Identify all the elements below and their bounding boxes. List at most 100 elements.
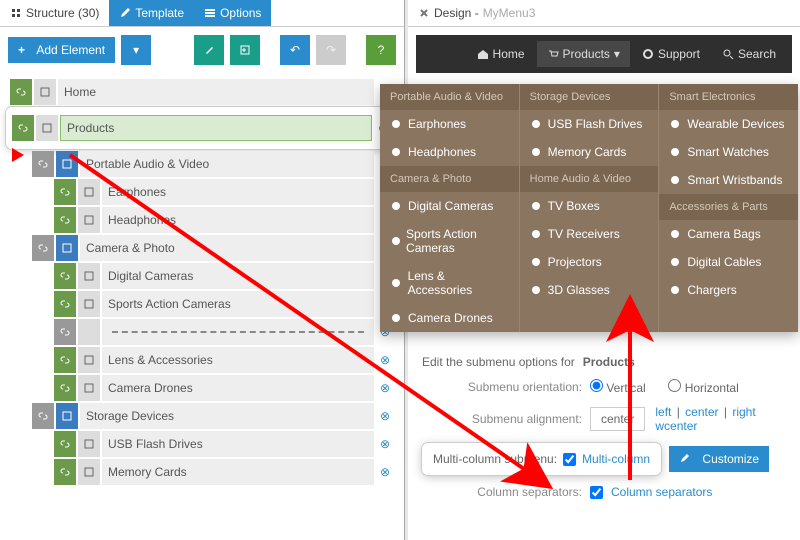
list-icon xyxy=(56,151,78,177)
tree-label: Lens & Accessories xyxy=(102,347,374,373)
cart-icon xyxy=(547,48,559,60)
mega-menu: Portable Audio & VideoEarphonesHeadphone… xyxy=(380,84,798,332)
tree-label xyxy=(102,319,374,345)
mega-item[interactable]: Earphones xyxy=(380,110,519,138)
link-icon xyxy=(54,319,76,345)
menu-products[interactable]: Products ▾ xyxy=(537,41,630,67)
mega-item[interactable]: USB Flash Drives xyxy=(520,110,659,138)
mega-item[interactable]: Memory Cards xyxy=(520,138,659,166)
import-button[interactable] xyxy=(230,35,260,65)
delete-icon[interactable]: ⊗ xyxy=(376,463,394,481)
mega-item[interactable]: TV Boxes xyxy=(520,192,659,220)
tree-item[interactable]: Storage Devices ⊗ xyxy=(32,403,394,429)
add-dropdown[interactable]: ▾ xyxy=(121,35,151,65)
checkbox-separators[interactable] xyxy=(590,486,603,499)
mega-item[interactable]: 3D Glasses xyxy=(520,276,659,304)
tab-template[interactable]: Template xyxy=(109,0,194,26)
undo-button[interactable]: ↶ xyxy=(280,35,310,65)
link-icon xyxy=(54,207,76,233)
link-multicolumn[interactable]: Multi-column xyxy=(582,452,650,466)
wand-icon xyxy=(203,44,215,56)
menu-support[interactable]: Support xyxy=(632,41,710,67)
tree-item[interactable]: Home ⊗ xyxy=(10,79,394,105)
align-center[interactable]: center xyxy=(685,405,718,419)
mega-item[interactable]: Sports Action Cameras xyxy=(380,220,519,262)
delete-icon[interactable]: ⊗ xyxy=(376,351,394,369)
share-icon xyxy=(78,375,100,401)
link-icon xyxy=(54,179,76,205)
delete-icon[interactable]: ⊗ xyxy=(376,379,394,397)
wand-button[interactable] xyxy=(194,35,224,65)
share-icon xyxy=(78,207,100,233)
tree-item[interactable]: USB Flash Drives ⊗ xyxy=(54,431,394,457)
tab-design[interactable]: Design - MyMenu3 xyxy=(408,0,545,26)
tree-item[interactable]: Camera & Photo ⊗ xyxy=(32,235,394,261)
mega-item[interactable]: Projectors xyxy=(520,248,659,276)
link-icon xyxy=(32,235,54,261)
radio-vertical[interactable]: Vertical xyxy=(590,379,646,395)
tree-item[interactable]: Products ⊗ xyxy=(12,115,392,141)
tree-icon xyxy=(10,7,22,19)
mega-item[interactable]: TV Receivers xyxy=(520,220,659,248)
tree-item[interactable]: Sports Action Cameras ⊗ xyxy=(54,291,394,317)
tree-label: Earphones xyxy=(102,179,374,205)
link-icon xyxy=(54,291,76,317)
structure-tree: Home ⊗ Products ⊗ Portable Audio & Video… xyxy=(0,73,404,533)
tab-structure[interactable]: Structure (30) xyxy=(0,0,109,26)
list-icon xyxy=(204,7,216,19)
align-right[interactable]: right xyxy=(732,405,755,419)
checkbox-multicolumn[interactable] xyxy=(563,453,576,466)
mega-item[interactable]: Camera Drones xyxy=(380,304,519,332)
tree-label: Home xyxy=(58,79,374,105)
label-alignment: Submenu alignment: xyxy=(422,412,582,426)
customize-button[interactable]: Customize xyxy=(669,446,769,472)
mega-item[interactable]: Camera Bags xyxy=(659,220,798,248)
link-icon xyxy=(54,347,76,373)
link-separators[interactable]: Column separators xyxy=(611,485,712,499)
tab-options[interactable]: Options xyxy=(194,0,271,26)
align-left[interactable]: left xyxy=(655,405,671,419)
tools-icon xyxy=(418,7,430,19)
mega-item[interactable]: Digital Cameras xyxy=(380,192,519,220)
tree-label: Portable Audio & Video xyxy=(80,151,374,177)
tree-label: Camera & Photo xyxy=(80,235,374,261)
tree-item[interactable]: Digital Cameras ⊗ xyxy=(54,263,394,289)
mega-item[interactable]: Lens & Accessories xyxy=(380,262,519,304)
share-icon xyxy=(78,263,100,289)
mega-item[interactable]: Digital Cables xyxy=(659,248,798,276)
delete-icon[interactable]: ⊗ xyxy=(376,435,394,453)
delete-icon[interactable]: ⊗ xyxy=(376,407,394,425)
help-button[interactable]: ? xyxy=(366,35,396,65)
mega-item[interactable]: Wearable Devices xyxy=(659,110,798,138)
link-icon xyxy=(54,459,76,485)
tree-item[interactable]: ⊗ xyxy=(54,319,394,345)
mega-header: Home Audio & Video xyxy=(520,166,659,192)
tree-item[interactable]: Headphones ⊗ xyxy=(54,207,394,233)
label-orientation: Submenu orientation: xyxy=(422,380,582,394)
tree-item[interactable]: Lens & Accessories ⊗ xyxy=(54,347,394,373)
align-wcenter[interactable]: wcenter xyxy=(655,419,697,433)
menu-home[interactable]: Home xyxy=(467,41,535,67)
mega-header: Camera & Photo xyxy=(380,166,519,192)
link-icon xyxy=(54,431,76,457)
mega-item[interactable]: Headphones xyxy=(380,138,519,166)
radio-horizontal[interactable]: Horizontal xyxy=(668,379,738,395)
mega-item[interactable]: Chargers xyxy=(659,276,798,304)
tree-item[interactable]: Portable Audio & Video ⊗ xyxy=(32,151,394,177)
home-icon xyxy=(477,48,489,60)
tree-item[interactable]: Earphones ⊗ xyxy=(54,179,394,205)
cart-icon xyxy=(36,115,58,141)
mega-header: Smart Electronics xyxy=(659,84,798,110)
share-icon xyxy=(78,347,100,373)
menu-search[interactable]: Search xyxy=(712,41,786,67)
share-icon xyxy=(78,431,100,457)
alignment-value[interactable]: center xyxy=(590,407,645,431)
tree-label: Products xyxy=(60,115,372,141)
tree-item[interactable]: Memory Cards ⊗ xyxy=(54,459,394,485)
label-multicolumn: Multi-column submenu: xyxy=(433,452,557,466)
mega-item[interactable]: Smart Watches xyxy=(659,138,798,166)
mega-item[interactable]: Smart Wristbands xyxy=(659,166,798,194)
support-icon xyxy=(642,48,654,60)
tree-item[interactable]: Camera Drones ⊗ xyxy=(54,375,394,401)
add-element-button[interactable]: + Add Element xyxy=(8,37,115,63)
